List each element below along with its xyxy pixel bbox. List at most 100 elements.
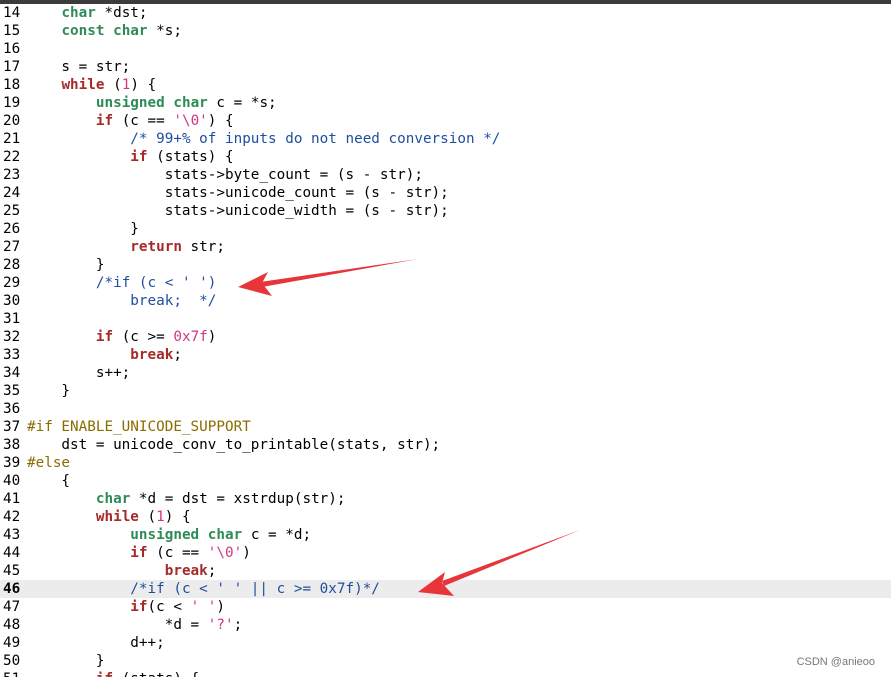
code-text[interactable]: unsigned char c = *d; [27, 526, 311, 544]
code-text[interactable]: dst = unicode_conv_to_printable(stats, s… [27, 436, 440, 454]
code-text[interactable]: d++; [27, 634, 164, 652]
code-line[interactable]: 45 break; [0, 562, 891, 580]
code-line[interactable]: 28 } [0, 256, 891, 274]
line-number: 34 [3, 365, 21, 381]
code-text[interactable]: if(c < ' ') [27, 598, 225, 616]
code-text[interactable]: if (stats) { [27, 670, 199, 677]
code-line[interactable]: 15 const char *s; [0, 22, 891, 40]
code-text[interactable]: #else [27, 454, 70, 472]
line-number: 38 [3, 437, 21, 453]
code-line[interactable]: 27 return str; [0, 238, 891, 256]
code-line[interactable]: 36 [0, 400, 891, 418]
code-text[interactable]: if (stats) { [27, 148, 233, 166]
code-line[interactable]: 21 /* 99+% of inputs do not need convers… [0, 130, 891, 148]
code-line[interactable]: 33 break; [0, 346, 891, 364]
code-text[interactable]: unsigned char c = *s; [27, 94, 277, 112]
code-text[interactable]: if (c >= 0x7f) [27, 328, 217, 346]
code-token: ) { [207, 113, 234, 129]
code-text[interactable]: break; [27, 346, 182, 364]
code-line[interactable]: 22 if (stats) { [0, 148, 891, 166]
code-line[interactable]: 44 if (c == '\0') [0, 544, 891, 562]
line-number: 42 [3, 509, 21, 525]
line-number: 17 [3, 59, 21, 75]
code-line[interactable]: 35 } [0, 382, 891, 400]
code-line[interactable]: 49 d++; [0, 634, 891, 652]
code-text[interactable]: } [27, 220, 139, 238]
code-line[interactable]: 32 if (c >= 0x7f) [0, 328, 891, 346]
code-text[interactable]: /* 99+% of inputs do not need conversion… [27, 130, 500, 148]
code-text[interactable]: s = str; [27, 58, 130, 76]
code-line[interactable]: 51 if (stats) { [0, 670, 891, 677]
code-line[interactable]: 25 stats->unicode_width = (s - str); [0, 202, 891, 220]
code-text[interactable]: { [27, 472, 70, 490]
code-line[interactable]: 46 /*if (c < ' ' || c >= 0x7f)*/ [0, 580, 891, 598]
code-editor[interactable]: 14 char *dst; 15 const char *s; 16 17 s = s… [0, 4, 891, 677]
code-text[interactable]: const char *s; [27, 22, 182, 40]
code-line[interactable]: 23 stats->byte_count = (s - str); [0, 166, 891, 184]
code-text[interactable]: return str; [27, 238, 225, 256]
code-line[interactable]: 24 stats->unicode_count = (s - str); [0, 184, 891, 202]
code-line[interactable]: 40 { [0, 472, 891, 490]
line-number: 50 [3, 653, 21, 669]
code-token: (stats) { [113, 671, 199, 677]
code-line[interactable]: 16 [0, 40, 891, 58]
code-line[interactable]: 50 } [0, 652, 891, 670]
code-text[interactable]: char *dst; [27, 4, 147, 22]
code-token: '\0' [173, 113, 208, 129]
code-token: c = *d; [242, 527, 312, 543]
code-token: ' ' [190, 599, 217, 615]
code-text[interactable]: } [27, 652, 105, 670]
code-line[interactable]: 43 unsigned char c = *d; [0, 526, 891, 544]
code-token: if [130, 599, 148, 615]
code-text[interactable]: break; [27, 562, 217, 580]
code-text[interactable]: *d = '?'; [27, 616, 242, 634]
code-line[interactable]: 20 if (c == '\0') { [0, 112, 891, 130]
line-number: 28 [3, 257, 21, 273]
code-line[interactable]: 48 *d = '?'; [0, 616, 891, 634]
code-text[interactable]: while (1) { [27, 76, 156, 94]
code-line[interactable]: 18 while (1) { [0, 76, 891, 94]
code-line[interactable]: 14 char *dst; [0, 4, 891, 22]
code-text[interactable]: stats->byte_count = (s - str); [27, 166, 423, 184]
code-line[interactable]: 30 break; */ [0, 292, 891, 310]
code-text[interactable]: } [27, 382, 70, 400]
line-number: 23 [3, 167, 21, 183]
code-text[interactable]: char *d = dst = xstrdup(str); [27, 490, 346, 508]
code-line[interactable]: 38 dst = unicode_conv_to_printable(stats… [0, 436, 891, 454]
code-text[interactable]: while (1) { [27, 508, 191, 526]
code-text[interactable]: /*if (c < ' ' || c >= 0x7f)*/ [27, 580, 380, 598]
code-text[interactable]: stats->unicode_width = (s - str); [27, 202, 449, 220]
code-token: if [95, 329, 114, 345]
code-line[interactable]: 29 /*if (c < ' ') [0, 274, 891, 292]
code-token: ( [104, 77, 122, 93]
code-line[interactable]: 39 #else [0, 454, 891, 472]
code-token: } [27, 257, 105, 273]
code-text[interactable]: if (c == '\0') [27, 544, 251, 562]
code-line[interactable]: 42 while (1) { [0, 508, 891, 526]
code-line[interactable]: 34 s++; [0, 364, 891, 382]
code-text[interactable]: /*if (c < ' ') [27, 274, 217, 292]
code-text[interactable]: s++; [27, 364, 130, 382]
code-line[interactable]: 26 } [0, 220, 891, 238]
code-line[interactable]: 31 [0, 310, 891, 328]
code-text[interactable]: } [27, 256, 105, 274]
code-line[interactable]: 37 #if ENABLE_UNICODE_SUPPORT [0, 418, 891, 436]
code-token: ; [233, 617, 243, 633]
code-token: if [95, 113, 114, 129]
code-text[interactable]: #if ENABLE_UNICODE_SUPPORT [27, 418, 251, 436]
code-text[interactable]: break; */ [27, 292, 216, 310]
line-number: 43 [3, 527, 21, 543]
code-line[interactable]: 47 if(c < ' ') [0, 598, 891, 616]
line-number: 41 [3, 491, 21, 507]
line-number: 49 [3, 635, 21, 651]
code-text[interactable]: if (c == '\0') { [27, 112, 234, 130]
code-line[interactable]: 41 char *d = dst = xstrdup(str); [0, 490, 891, 508]
code-line[interactable]: 19 unsigned char c = *s; [0, 94, 891, 112]
code-token: ) { [164, 509, 191, 525]
code-token: break [164, 563, 208, 579]
code-line[interactable]: 17 s = str; [0, 58, 891, 76]
code-text[interactable]: stats->unicode_count = (s - str); [27, 184, 449, 202]
line-number: 14 [3, 5, 21, 21]
